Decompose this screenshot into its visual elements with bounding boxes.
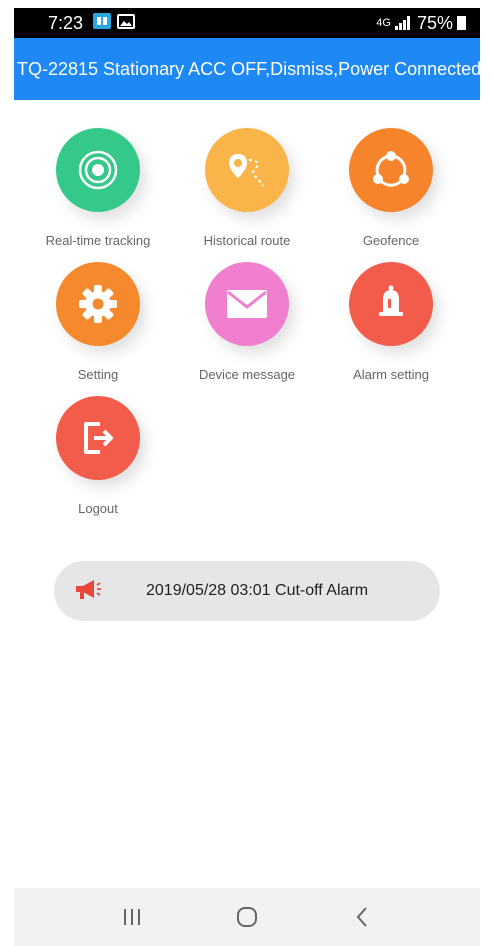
menu-alarm-setting[interactable]: Alarm setting <box>311 262 471 382</box>
alarm-text: 2019/05/28 03:01 Cut-off Alarm <box>146 582 369 599</box>
menu-label: Alarm setting <box>353 367 429 382</box>
envelope-icon[interactable] <box>205 262 289 346</box>
megaphone-icon <box>74 578 102 605</box>
bell-icon[interactable] <box>349 262 433 346</box>
back-icon[interactable] <box>342 897 382 937</box>
route-pin-icon[interactable] <box>205 128 289 212</box>
menu-realtime-tracking[interactable]: Real-time tracking <box>18 128 178 248</box>
menu-label: Historical route <box>203 233 291 248</box>
menu-grid: Real-time tracking Historical route Geof… <box>14 0 480 946</box>
menu-setting[interactable]: Setting <box>18 262 178 382</box>
menu-device-message[interactable]: Device message <box>167 262 327 382</box>
menu-geofence[interactable]: Geofence <box>311 128 471 248</box>
menu-label: Device message <box>198 367 296 382</box>
system-navbar <box>14 888 480 946</box>
alarm-notice[interactable]: 2019/05/28 03:01 Cut-off Alarm <box>54 561 440 621</box>
menu-historical-route[interactable]: Historical route <box>167 128 327 248</box>
logout-icon[interactable] <box>56 396 140 480</box>
menu-label: Geofence <box>362 233 420 248</box>
home-icon[interactable] <box>227 897 267 937</box>
target-icon[interactable] <box>56 128 140 212</box>
gear-icon[interactable] <box>56 262 140 346</box>
menu-label: Logout <box>78 501 118 516</box>
recent-apps-icon[interactable] <box>112 897 152 937</box>
menu-logout[interactable]: Logout <box>18 396 178 516</box>
menu-label: Setting <box>77 367 119 382</box>
share-nodes-icon[interactable] <box>349 128 433 212</box>
menu-label: Real-time tracking <box>45 233 151 248</box>
